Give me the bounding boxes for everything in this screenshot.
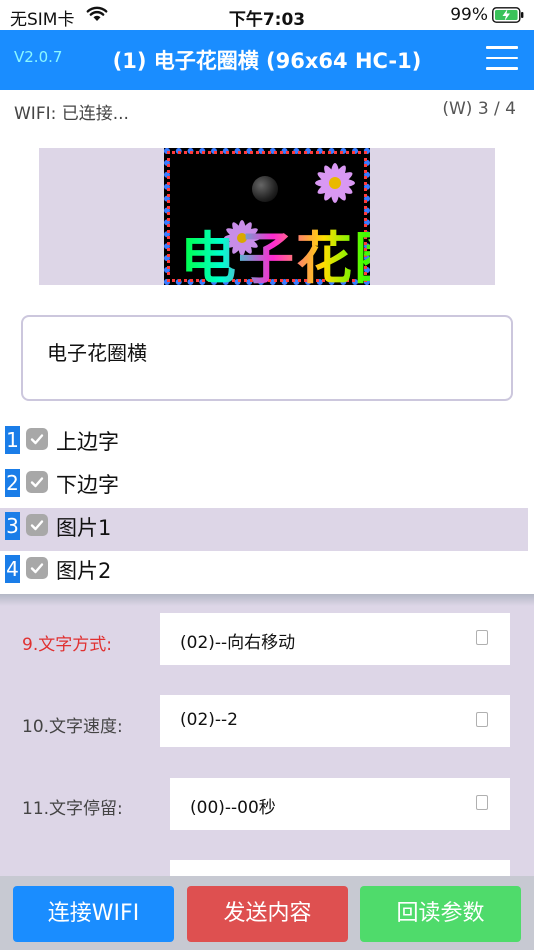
menu-icon[interactable] <box>486 46 518 72</box>
settings-panel: 9.文字方式: (02)--向右移动 10.文字速度: (02)--2 11.文… <box>0 594 534 880</box>
text-mode-value: (02)--向右移动 <box>180 633 296 653</box>
list-item[interactable]: 4 图片2 <box>0 551 528 594</box>
item-label: 图片2 <box>56 559 112 583</box>
led-ball <box>252 176 278 202</box>
app-header: V2.0.7 (1) 电子花圈横 (96x64 HC-1) <box>0 30 534 90</box>
text-speed-select[interactable]: (02)--2 <box>160 695 510 747</box>
content-text-value: 电子花圈横 <box>47 341 147 365</box>
item-index-badge: 1 <box>5 426 20 454</box>
connect-wifi-button[interactable]: 连接WIFI <box>13 886 174 942</box>
read-params-button[interactable]: 回读参数 <box>360 886 521 942</box>
battery-percent: 99% <box>450 5 488 25</box>
status-bar: 无SIM卡 下午7:03 99% <box>0 0 534 30</box>
item-index-badge: 2 <box>5 469 20 497</box>
list-item[interactable]: 2 下边字 <box>0 465 528 508</box>
page-counter: (W) 3 / 4 <box>442 99 516 119</box>
item-label: 图片1 <box>56 516 112 540</box>
setting-label-text-mode: 9.文字方式: <box>22 635 112 655</box>
checkbox-checked-icon[interactable] <box>26 557 48 579</box>
led-preview: 电子花圈 <box>164 148 370 285</box>
list-item[interactable]: 3 图片1 <box>0 508 528 551</box>
bottom-toolbar: 连接WIFI 发送内容 回读参数 <box>0 876 534 950</box>
checkbox-checked-icon[interactable] <box>26 428 48 450</box>
text-pause-select[interactable]: (00)--00秒 <box>170 778 510 830</box>
wifi-status: WIFI: 已连接... <box>14 104 129 124</box>
item-label: 上边字 <box>56 430 119 454</box>
item-label: 下边字 <box>56 473 119 497</box>
text-speed-value: (02)--2 <box>180 710 238 730</box>
send-content-button[interactable]: 发送内容 <box>187 886 348 942</box>
device-title: (1) 电子花圈横 (96x64 HC-1) <box>112 49 422 73</box>
text-pause-value: (00)--00秒 <box>190 798 276 818</box>
item-list: 1 上边字 2 下边字 3 图片1 4 图片2 <box>0 422 534 594</box>
item-index-badge: 4 <box>5 555 20 583</box>
setting-label-text-pause: 11.文字停留: <box>22 799 123 819</box>
dropdown-icon <box>476 630 488 645</box>
battery-charging-icon <box>492 7 524 23</box>
led-text: 电子花圈 <box>180 214 370 285</box>
text-mode-select[interactable]: (02)--向右移动 <box>160 613 510 665</box>
flower-image <box>315 163 355 203</box>
setting-label-text-speed: 10.文字速度: <box>22 717 123 737</box>
dropdown-icon <box>476 795 488 810</box>
checkbox-checked-icon[interactable] <box>26 471 48 493</box>
divider <box>0 408 534 422</box>
dropdown-icon <box>476 712 488 727</box>
checkbox-checked-icon[interactable] <box>26 514 48 536</box>
item-index-badge: 3 <box>5 512 20 540</box>
content-text-field[interactable]: 电子花圈横 <box>21 315 513 401</box>
list-item[interactable]: 1 上边字 <box>0 422 528 465</box>
